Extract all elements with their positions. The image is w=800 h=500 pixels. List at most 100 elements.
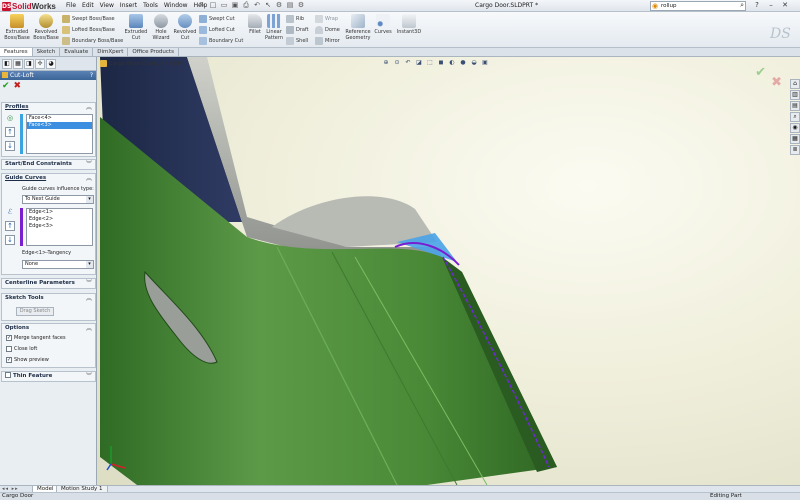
menu-window[interactable]: Window <box>164 2 188 9</box>
cargo-door-model[interactable] <box>97 57 800 485</box>
drag-sketch-button[interactable]: Drag Sketch <box>16 307 54 316</box>
menu-view[interactable]: View <box>100 2 114 9</box>
appearances-icon[interactable]: ▦ <box>790 134 800 144</box>
search-results-icon[interactable]: ⌕ <box>790 112 800 122</box>
merge-tangent-faces-checkbox[interactable]: ✓ Merge tangent faces <box>6 335 66 341</box>
extruded-cut-button[interactable]: Extruded Cut <box>124 14 148 41</box>
sketch-tools-header[interactable]: Sketch Tools ︽ <box>2 294 95 303</box>
guide-move-down-button[interactable]: ↓ <box>5 235 15 245</box>
menu-tools[interactable]: Tools <box>143 2 158 9</box>
rebuild-icon[interactable]: ⚙ <box>275 1 283 10</box>
lofted-boss-button[interactable]: Lofted Boss/Base <box>62 25 115 35</box>
app-logo[interactable]: DS SolidWorks <box>2 1 56 11</box>
revolved-boss-button[interactable]: Revolved Boss/Base <box>32 14 60 41</box>
search-icon[interactable]: ⌕ <box>740 1 744 9</box>
select-icon[interactable]: ↖ <box>264 1 272 10</box>
file-explorer-icon[interactable]: ▤ <box>790 101 800 111</box>
hide-show-icon[interactable]: ◐ <box>448 59 456 67</box>
previous-view-icon[interactable]: ↶ <box>404 59 412 67</box>
custom-properties-icon[interactable]: ≣ <box>790 145 800 155</box>
property-manager-icon[interactable]: ▦ <box>13 59 23 69</box>
display-style-icon[interactable]: ◼ <box>437 59 445 67</box>
open-icon[interactable]: ▭ <box>220 1 228 10</box>
shell-button[interactable]: Shell <box>286 36 308 46</box>
confirm-ok-icon[interactable]: ✔ <box>755 65 766 80</box>
start-end-constraints-header[interactable]: Start/End Constraints ︾ <box>2 160 95 169</box>
curves-button[interactable]: Curves <box>373 14 393 35</box>
dimxpert-manager-icon[interactable]: ✢ <box>35 59 45 69</box>
thin-feature-header[interactable]: Thin Feature ︾ <box>2 372 95 381</box>
section-view-icon[interactable]: ◪ <box>415 59 423 67</box>
menu-file[interactable]: File <box>66 2 76 9</box>
help-icon[interactable]: ? <box>752 1 762 10</box>
dome-button[interactable]: Dome <box>315 25 340 35</box>
feature-tree-flyout[interactable]: Cargo Door (Default<<Def... <box>100 60 188 67</box>
lofted-cut-button[interactable]: Lofted Cut <box>199 25 235 35</box>
configuration-manager-icon[interactable]: ◨ <box>24 59 34 69</box>
hole-wizard-button[interactable]: Hole Wizard <box>150 14 172 41</box>
move-down-button[interactable]: ↓ <box>5 141 15 151</box>
help-button[interactable]: ? <box>90 71 93 80</box>
guide-curves-header[interactable]: Guide Curves ︽ <box>2 174 95 183</box>
guide-move-up-button[interactable]: ↑ <box>5 221 15 231</box>
undo-icon[interactable]: ↶ <box>253 1 261 10</box>
revolved-cut-button[interactable]: Revolved Cut <box>172 14 198 41</box>
boundary-cut-button[interactable]: Boundary Cut <box>199 36 243 46</box>
list-item[interactable]: Edge<1> <box>27 209 92 216</box>
rib-button[interactable]: Rib <box>286 14 304 24</box>
options-icon[interactable]: ⚙ <box>297 1 305 10</box>
tab-office-products[interactable]: Office Products <box>128 48 179 56</box>
thin-feature-checkbox[interactable] <box>5 372 11 378</box>
boundary-boss-button[interactable]: Boundary Boss/Base <box>62 36 123 46</box>
view-palette-icon[interactable]: ◉ <box>790 123 800 133</box>
tangency-select[interactable]: None ▾ <box>22 260 94 269</box>
view-orientation-icon[interactable]: ⬚ <box>426 59 434 67</box>
confirm-cancel-icon[interactable]: ✖ <box>771 75 782 90</box>
linear-pattern-button[interactable]: Linear Pattern <box>264 14 284 41</box>
start-end-constraints-section[interactable]: Start/End Constraints ︾ <box>1 159 96 170</box>
mirror-button[interactable]: Mirror <box>315 36 340 46</box>
graphics-area[interactable]: Cargo Door (Default<<Def... ⊕ ⊙ ↶ ◪ ⬚ ◼ … <box>97 57 800 485</box>
minimize-icon[interactable]: – <box>766 1 776 10</box>
close-icon[interactable]: ✕ <box>780 1 790 10</box>
tab-evaluate[interactable]: Evaluate <box>60 48 94 56</box>
file-properties-icon[interactable]: ▤ <box>286 1 294 10</box>
draft-button[interactable]: Draft <box>286 25 309 35</box>
swept-boss-button[interactable]: Swept Boss/Base <box>62 14 115 24</box>
profiles-header[interactable]: Profiles ︽ <box>2 103 95 112</box>
view-settings-icon[interactable]: ▣ <box>481 59 489 67</box>
print-icon[interactable]: ⎙ <box>242 1 250 10</box>
ok-button[interactable]: ✔ <box>2 81 10 91</box>
cancel-button[interactable]: ✖ <box>14 81 22 91</box>
profiles-list[interactable]: Face<4> Face<3> <box>26 114 93 154</box>
edit-appearance-icon[interactable]: ● <box>459 59 467 67</box>
close-loft-checkbox[interactable]: Close loft <box>6 346 37 352</box>
fillet-button[interactable]: Fillet <box>246 14 264 35</box>
tab-features[interactable]: Features <box>0 48 33 56</box>
list-item[interactable]: Face<4> <box>27 115 92 122</box>
menu-insert[interactable]: Insert <box>120 2 137 9</box>
search-input[interactable]: ◉ rollup ⌕ <box>650 1 746 11</box>
display-manager-icon[interactable]: ◕ <box>46 59 56 69</box>
tab-dimxpert[interactable]: DimXpert <box>93 48 129 56</box>
thin-feature-section[interactable]: Thin Feature ︾ <box>1 371 96 382</box>
resources-icon[interactable]: ⌂ <box>790 79 800 89</box>
tab-sketch[interactable]: Sketch <box>33 48 61 56</box>
wrap-button[interactable]: Wrap <box>315 14 338 24</box>
list-item[interactable]: Edge<2> <box>27 216 92 223</box>
menu-edit[interactable]: Edit <box>82 2 94 9</box>
feature-tree-icon[interactable]: ◧ <box>2 59 12 69</box>
influence-type-select[interactable]: To Next Guide ▾ <box>22 195 94 204</box>
apply-scene-icon[interactable]: ◒ <box>470 59 478 67</box>
save-icon[interactable]: ▣ <box>231 1 239 10</box>
reference-geometry-button[interactable]: Reference Geometry <box>343 14 373 41</box>
show-preview-checkbox[interactable]: ✓ Show preview <box>6 357 49 363</box>
guide-curves-list[interactable]: Edge<1> Edge<2> Edge<3> <box>26 208 93 246</box>
pin-icon[interactable]: ✎ <box>198 1 206 10</box>
extruded-boss-button[interactable]: Extruded Boss/Base <box>4 14 30 41</box>
list-item[interactable]: Face<3> <box>27 122 92 129</box>
list-item[interactable]: Edge<3> <box>27 223 92 230</box>
options-header[interactable]: Options ︽ <box>2 324 95 333</box>
move-up-button[interactable]: ↑ <box>5 127 15 137</box>
zoom-area-icon[interactable]: ⊙ <box>393 59 401 67</box>
